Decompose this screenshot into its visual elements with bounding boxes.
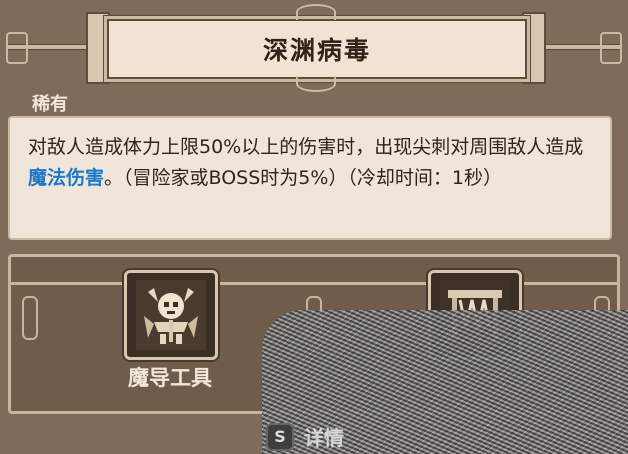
item-slot-1[interactable] [124, 270, 218, 360]
banner-ornament-left [6, 32, 28, 64]
rail-ornament [22, 296, 38, 340]
description-text: 对敌人造成体力上限50%以上的伤害时，出现尖刺对周围敌人造成 [28, 136, 584, 158]
rarity-label: 稀有 [32, 94, 68, 115]
lower-rail [8, 282, 620, 285]
s-key-icon[interactable]: S [266, 422, 294, 451]
details-label: 详情 [304, 426, 344, 450]
description-box: 对敌人造成体力上限50%以上的伤害时，出现尖刺对周围敌人造成魔法伤害。（冒险家或… [8, 116, 612, 240]
item-title: 深渊病毒 [262, 36, 371, 65]
item-detail-panel: 深渊病毒 稀有 对敌人造成体力上限50%以上的伤害时，出现尖刺对周围敌人造成魔法… [0, 0, 628, 454]
item-slot-1-label: 魔导工具 [128, 366, 212, 390]
details-hint[interactable]: S 详情 [266, 422, 344, 451]
description-text-2: 。（冒险家或BOSS时为5%）（冷却时间：1秒） [104, 167, 503, 189]
skeleton-demon-icon [136, 280, 206, 350]
magic-damage-keyword[interactable]: 魔法伤害 [28, 167, 104, 189]
banner-ornament-right [600, 32, 622, 64]
